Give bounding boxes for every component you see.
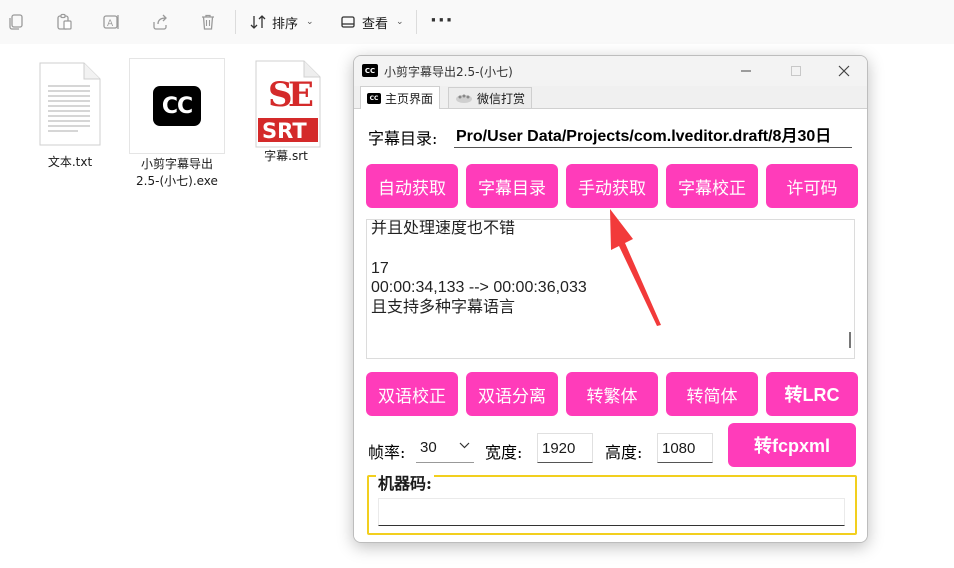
chevron-down-icon <box>459 441 470 452</box>
minimize-icon <box>741 70 751 72</box>
red-arrow-annotation <box>610 209 661 326</box>
subtitle-dir-input[interactable]: Pro/User Data/Projects/com.lveditor.draf… <box>454 122 852 148</box>
share-icon[interactable] <box>142 4 178 40</box>
bilingual-split-button[interactable]: 双语分离 <box>466 372 558 416</box>
cc-app-icon: CC <box>362 64 378 77</box>
width-label: 宽度: <box>485 443 523 462</box>
view-label: 查看 <box>362 16 389 32</box>
cc-app-icon: CC <box>129 58 225 154</box>
close-button[interactable] <box>824 60 864 82</box>
to-fcpxml-button[interactable]: 转fcpxml <box>728 423 856 467</box>
auto-fetch-button[interactable]: 自动获取 <box>366 164 458 208</box>
height-input[interactable]: 1080 <box>657 433 713 463</box>
subtitle-correct-button[interactable]: 字幕校正 <box>666 164 758 208</box>
title-bar[interactable]: CC 小剪字幕导出2.5-(小七) <box>354 56 867 86</box>
svg-text:SRT: SRT <box>262 119 307 143</box>
chevron-down-icon: ⌄ <box>396 17 404 27</box>
file-name: 字幕.srt <box>264 149 308 163</box>
maximize-icon <box>791 66 801 76</box>
subtitle-dir-button[interactable]: 字幕目录 <box>466 164 558 208</box>
maximize-button <box>776 60 816 82</box>
sort-label: 排序 <box>272 16 299 32</box>
copy-icon[interactable] <box>0 4 34 40</box>
tab-wechat-tip[interactable]: 微信打赏 <box>448 87 533 108</box>
framerate-value: 30 <box>420 439 437 456</box>
license-code-button[interactable]: 许可码 <box>766 164 858 208</box>
file-item-srt[interactable]: S E SRT 字幕.srt <box>236 60 336 165</box>
window-title: 小剪字幕导出2.5-(小七) <box>384 65 513 79</box>
framerate-select[interactable]: 30 <box>416 433 474 463</box>
view-button[interactable]: 查看 ⌄ <box>340 6 404 38</box>
svg-text:E: E <box>288 75 314 115</box>
explorer-toolbar: A 排序 ⌄ 查看 ⌄ ··· <box>0 0 954 44</box>
to-traditional-button[interactable]: 转繁体 <box>566 372 658 416</box>
to-lrc-button[interactable]: 转LRC <box>766 372 858 416</box>
close-icon <box>838 65 850 77</box>
tab-bar: CC 主页界面 微信打赏 <box>354 86 867 109</box>
file-name-line2: 2.5-(小七).exe <box>136 174 218 188</box>
text-file-icon <box>38 62 102 146</box>
srt-file-icon: S E SRT <box>254 60 321 148</box>
toolbar-divider <box>416 10 417 34</box>
to-simplified-button[interactable]: 转简体 <box>666 372 758 416</box>
view-icon <box>341 16 355 28</box>
scrollbar-thumb[interactable] <box>849 332 851 348</box>
paste-icon[interactable] <box>46 4 82 40</box>
file-name: 文本.txt <box>47 155 93 169</box>
machine-code-input[interactable] <box>378 498 845 526</box>
sort-icon <box>250 15 266 29</box>
machine-code-label: 机器码: <box>376 474 434 493</box>
minimize-button[interactable] <box>726 60 766 82</box>
width-input[interactable]: 1920 <box>537 433 593 463</box>
framerate-label: 帧率: <box>368 443 406 462</box>
bilingual-correct-button[interactable]: 双语校正 <box>366 372 458 416</box>
svg-text:A: A <box>107 19 114 29</box>
more-options-icon[interactable]: ··· <box>430 10 454 31</box>
rename-icon[interactable]: A <box>94 4 130 40</box>
height-label: 高度: <box>605 443 643 462</box>
cc-logo: CC <box>153 86 201 126</box>
cc-icon: CC <box>367 92 381 104</box>
sort-button[interactable]: 排序 ⌄ <box>250 6 314 38</box>
wechat-tip-icon <box>456 94 472 103</box>
file-item-exe[interactable]: CC 小剪字幕导出 2.5-(小七).exe <box>127 58 227 190</box>
subtitle-dir-label: 字幕目录: <box>368 129 438 148</box>
tab-home[interactable]: CC 主页界面 <box>360 86 441 109</box>
toolbar-divider <box>235 10 236 34</box>
file-item-text[interactable]: 文本.txt <box>20 62 120 171</box>
file-name-line1: 小剪字幕导出 <box>140 157 213 171</box>
delete-icon[interactable] <box>190 4 226 40</box>
chevron-down-icon: ⌄ <box>306 17 314 27</box>
tab-label: 主页界面 <box>385 91 434 106</box>
tab-label: 微信打赏 <box>477 91 526 106</box>
manual-fetch-button[interactable]: 手动获取 <box>566 164 658 208</box>
